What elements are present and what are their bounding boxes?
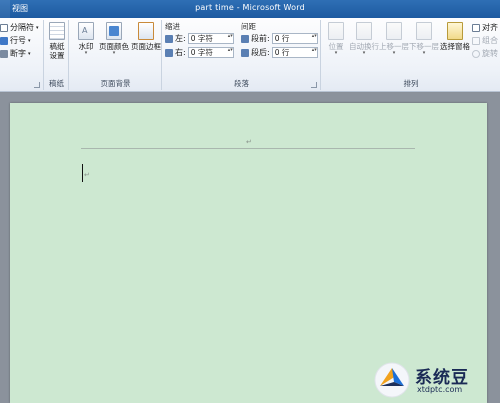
group-objects-label: 组合 xyxy=(482,36,498,45)
selection-pane-icon xyxy=(447,22,463,40)
align-button[interactable]: 对齐 xyxy=(472,22,498,33)
header-paragraph-mark: ↵ xyxy=(246,138,252,146)
breaks-icon xyxy=(0,23,8,32)
window-title: part time - Microsoft Word xyxy=(195,3,305,12)
spacing-after-icon xyxy=(241,48,249,57)
spacing-before-label: 段前: xyxy=(251,34,270,43)
manuscript-settings-button[interactable]: 稿纸 设置 xyxy=(43,22,71,60)
indent-right-icon xyxy=(165,48,173,57)
logo-badge-icon xyxy=(374,362,410,398)
breaks-label: 分隔符 xyxy=(10,23,34,32)
ribbon: 分隔符 ▾ 行号 ▾ 断字 ▾ 稿纸 设置 稿纸 A 水印 ▾ 页面颜色 ▾ 页… xyxy=(0,18,500,92)
indent-title: 缩进 xyxy=(165,22,180,31)
rotate-button[interactable]: 旋转 xyxy=(472,48,498,59)
rotate-label: 旋转 xyxy=(482,49,498,58)
group-page-setup: 分隔符 ▾ 行号 ▾ 断字 ▾ xyxy=(0,20,44,90)
line-numbers-button[interactable]: 行号 ▾ xyxy=(0,35,31,46)
page-background-group-label: 页面背景 xyxy=(100,79,131,88)
page-color-icon xyxy=(106,22,122,40)
indent-right-label: 右: xyxy=(175,48,186,57)
paragraph-launcher-icon[interactable] xyxy=(311,82,317,88)
hyphenation-button[interactable]: 断字 ▾ xyxy=(0,48,31,59)
position-button[interactable]: 位置 ▾ xyxy=(322,22,350,56)
indent-left-input[interactable]: 0 字符 xyxy=(187,33,234,44)
page-setup-launcher-icon[interactable] xyxy=(34,82,40,88)
header-divider xyxy=(81,148,415,149)
spacing-before-input[interactable]: 0 行 xyxy=(271,33,318,44)
manuscript-label-1: 稿纸 xyxy=(49,42,65,51)
group-arrange: 位置 ▾ 自动换行 ▾ 上移一层 ▾ 下移一层 ▾ 选择窗格 对齐 组合 旋转 … xyxy=(322,20,500,90)
spacing-after-input[interactable]: 0 行 xyxy=(271,47,318,58)
manuscript-group-label: 稿纸 xyxy=(49,79,64,88)
page-borders-button[interactable]: 页面边框 xyxy=(130,22,162,51)
wrap-text-icon xyxy=(356,22,372,40)
text-cursor xyxy=(82,164,83,182)
spacing-before-icon xyxy=(241,34,249,43)
group-objects-button[interactable]: 组合 xyxy=(472,35,498,46)
align-label: 对齐 xyxy=(482,23,498,32)
logo-url: xtdptc.com xyxy=(417,385,463,394)
page-borders-icon xyxy=(138,22,154,40)
selection-pane-label: 选择窗格 xyxy=(440,42,470,51)
page-color-button[interactable]: 页面颜色 ▾ xyxy=(98,22,130,56)
indent-right-input[interactable]: 0 字符 xyxy=(187,47,234,58)
spacing-title: 间距 xyxy=(241,22,256,31)
bring-forward-button[interactable]: 上移一层 ▾ xyxy=(378,22,410,56)
align-icon xyxy=(472,23,480,32)
line-numbers-icon xyxy=(0,36,8,45)
indent-left-icon xyxy=(165,34,173,43)
paragraph-group-label: 段落 xyxy=(234,79,249,88)
site-watermark-logo: 系统豆 xtdptc.com xyxy=(372,353,500,403)
group-manuscript: 稿纸 设置 稿纸 xyxy=(45,20,69,90)
spacing-after-field: 段后: 0 行 xyxy=(241,47,318,58)
group-objects-icon xyxy=(472,36,480,45)
indent-right-field: 右: 0 字符 xyxy=(165,47,234,58)
spacing-after-label: 段后: xyxy=(251,48,270,57)
watermark-icon: A xyxy=(78,22,94,40)
group-page-background: A 水印 ▾ 页面颜色 ▾ 页面边框 页面背景 xyxy=(70,20,162,90)
selection-pane-button[interactable]: 选择窗格 xyxy=(439,22,471,51)
manuscript-icon xyxy=(49,22,65,40)
position-icon xyxy=(328,22,344,40)
line-numbers-label: 行号 xyxy=(10,36,26,45)
wrap-text-button[interactable]: 自动换行 ▾ xyxy=(347,22,381,56)
title-bar: 视图 part time - Microsoft Word xyxy=(0,0,500,18)
page-borders-label: 页面边框 xyxy=(131,42,161,51)
hyphenation-icon xyxy=(0,49,8,58)
send-backward-button[interactable]: 下移一层 ▾ xyxy=(408,22,440,56)
watermark-button[interactable]: A 水印 ▾ xyxy=(72,22,100,56)
breaks-button[interactable]: 分隔符 ▾ xyxy=(0,22,39,33)
body-paragraph-mark: ↵ xyxy=(84,171,90,179)
group-paragraph: 缩进 左: 0 字符 右: 0 字符 间距 段前: 0 行 段后: 0 行 段落 xyxy=(163,20,321,90)
rotate-icon xyxy=(472,49,480,58)
hyphenation-label: 断字 xyxy=(10,49,26,58)
send-backward-icon xyxy=(416,22,432,40)
spacing-before-field: 段前: 0 行 xyxy=(241,33,318,44)
bring-forward-icon xyxy=(386,22,402,40)
indent-left-label: 左: xyxy=(175,34,186,43)
manuscript-label-2: 设置 xyxy=(49,51,65,60)
indent-left-field: 左: 0 字符 xyxy=(165,33,234,44)
arrange-group-label: 排列 xyxy=(403,79,419,88)
